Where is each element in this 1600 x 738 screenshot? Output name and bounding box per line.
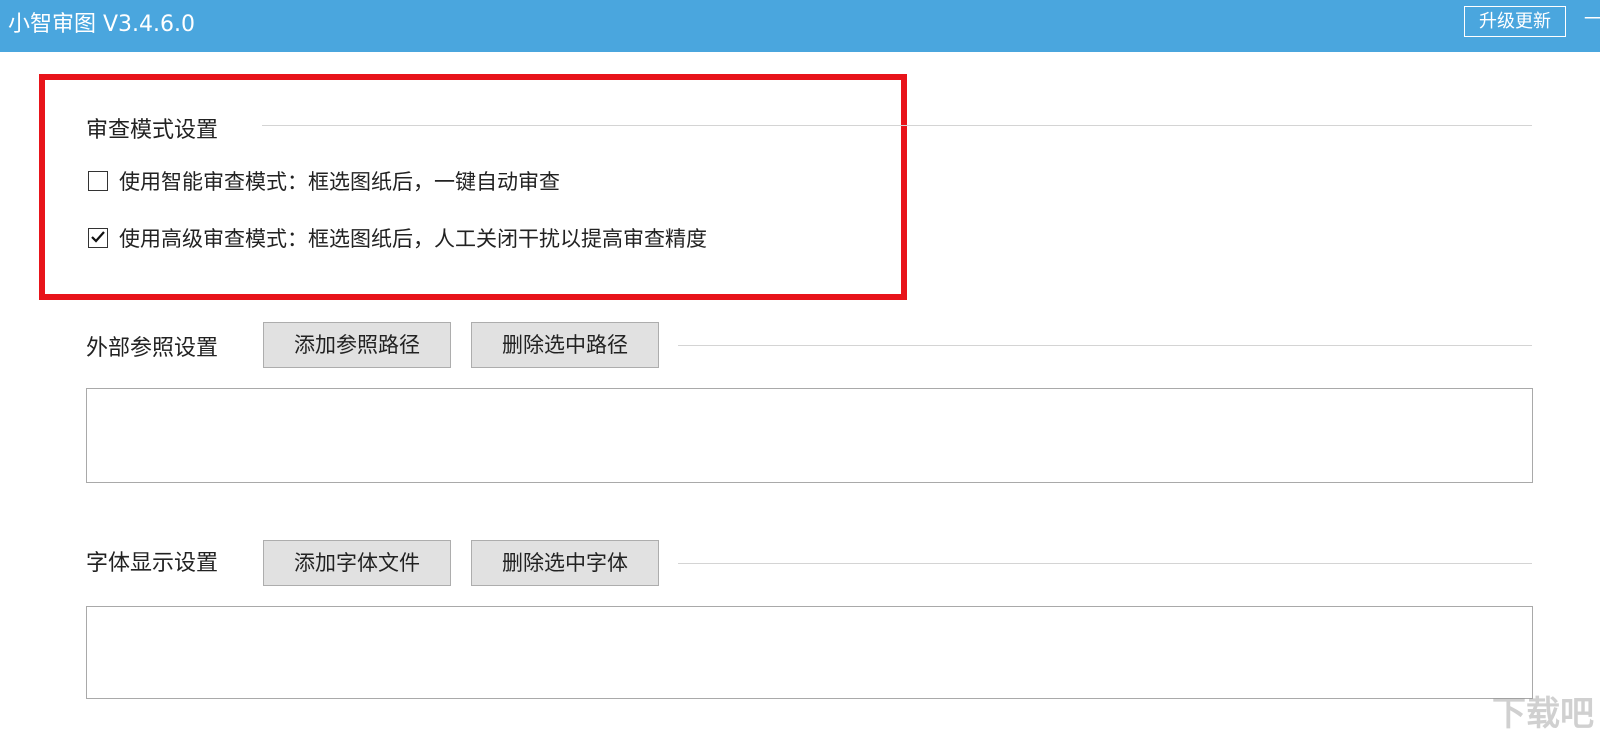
smart-mode-option[interactable]: 使用智能审查模式：框选图纸后，一键自动审查 xyxy=(88,166,560,196)
upgrade-button[interactable]: 升级更新 xyxy=(1464,6,1566,37)
title-bar: 小智审图 V3.4.6.0 升级更新 一 xyxy=(0,0,1600,52)
watermark-logo: 下载吧 xyxy=(1492,694,1594,734)
review-mode-title: 审查模式设置 xyxy=(86,118,219,143)
external-ref-title: 外部参照设置 xyxy=(86,336,219,361)
font-file-list[interactable] xyxy=(86,606,1533,699)
delete-font-button[interactable]: 删除选中字体 xyxy=(471,540,659,586)
section-divider xyxy=(262,125,1532,126)
check-mark-icon xyxy=(91,231,105,243)
ref-path-list[interactable] xyxy=(86,388,1533,483)
delete-ref-path-button[interactable]: 删除选中路径 xyxy=(471,322,659,368)
minimize-icon[interactable]: 一 xyxy=(1584,10,1600,30)
section-divider xyxy=(678,345,1532,346)
smart-mode-label: 使用智能审查模式：框选图纸后，一键自动审查 xyxy=(119,170,560,194)
app-title: 小智审图 V3.4.6.0 xyxy=(8,12,196,37)
add-ref-path-button[interactable]: 添加参照路径 xyxy=(263,322,451,368)
add-font-file-button[interactable]: 添加字体文件 xyxy=(263,540,451,586)
advanced-mode-option[interactable]: 使用高级审查模式：框选图纸后，人工关闭干扰以提高审查精度 xyxy=(88,223,707,253)
advanced-mode-checkbox[interactable] xyxy=(88,228,108,248)
section-divider xyxy=(678,563,1532,564)
advanced-mode-label: 使用高级审查模式：框选图纸后，人工关闭干扰以提高审查精度 xyxy=(119,227,707,251)
smart-mode-checkbox[interactable] xyxy=(88,171,108,191)
font-display-title: 字体显示设置 xyxy=(86,551,219,576)
